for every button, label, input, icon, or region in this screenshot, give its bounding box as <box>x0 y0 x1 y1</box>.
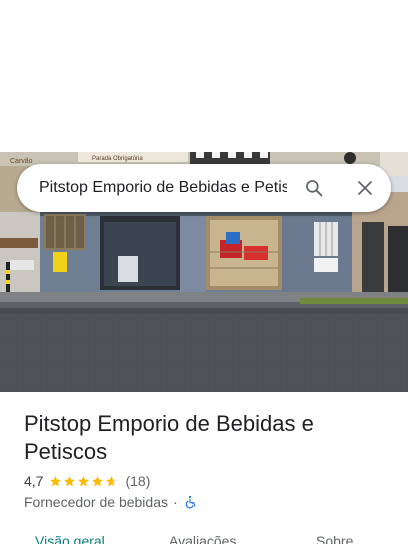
photo-sign-left-text: Carvão <box>10 158 33 165</box>
star-icon <box>64 475 76 486</box>
map-top-area <box>0 0 408 152</box>
review-count: (18) <box>125 473 151 489</box>
rating-value: 4,7 <box>24 473 44 489</box>
search-icon <box>306 180 323 197</box>
photo-sign-text: Parada Obrigatória <box>92 156 143 162</box>
clear-search-button[interactable] <box>352 175 378 201</box>
search-button[interactable] <box>301 175 327 201</box>
rating-row[interactable]: 4,7 (18) <box>24 472 150 490</box>
separator-dot: · <box>173 494 178 510</box>
category-row: Fornecedor de bebidas · <box>24 493 197 511</box>
tab-overview[interactable]: Visão geral <box>35 533 105 544</box>
star-icon <box>78 475 90 486</box>
search-input[interactable] <box>39 179 287 197</box>
place-category: Fornecedor de bebidas <box>24 494 168 510</box>
tab-about[interactable]: Sobre <box>316 533 353 544</box>
star-half-icon <box>106 475 118 486</box>
star-icon <box>92 475 104 486</box>
search-bar[interactable] <box>17 164 391 212</box>
tab-reviews[interactable]: Avaliações <box>169 533 236 544</box>
star-icon <box>50 475 62 486</box>
close-icon <box>358 181 372 195</box>
place-title: Pitstop Emporio de Bebidas e Petiscos <box>24 411 314 464</box>
star-rating <box>49 475 119 488</box>
place-tabs: Visão geral Avaliações Sobre <box>0 528 408 544</box>
wheelchair-icon <box>185 495 196 509</box>
